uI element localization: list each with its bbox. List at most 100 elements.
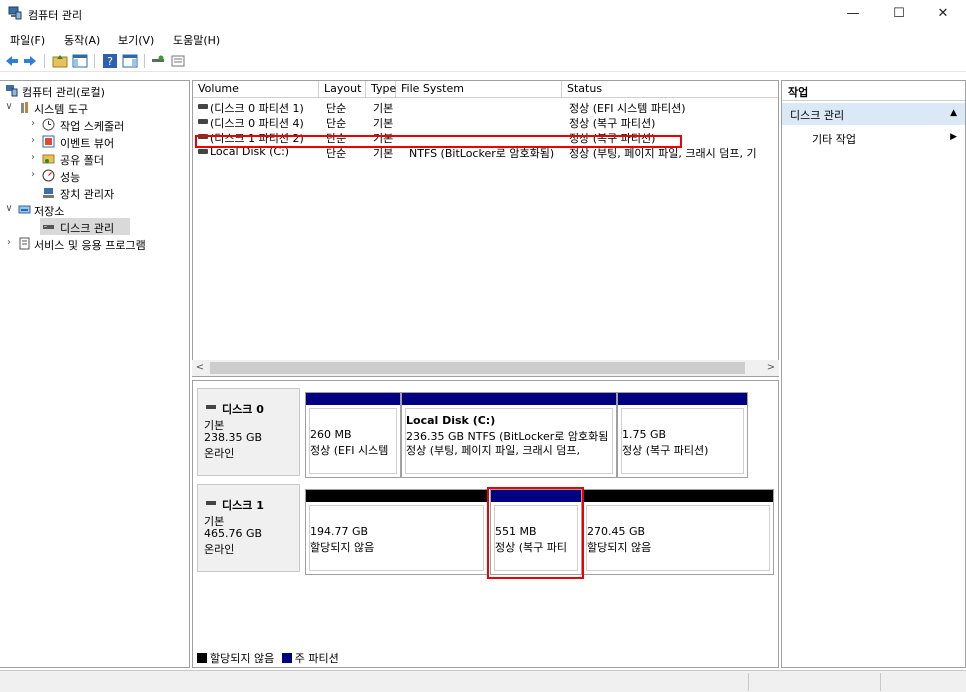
up-folder-icon[interactable]: [52, 53, 68, 69]
partition-body: [309, 408, 397, 474]
scroll-left-icon[interactable]: <: [192, 360, 208, 376]
tree-item-shared-folders[interactable]: › 공유 폴더: [0, 150, 188, 167]
partition-bar: [306, 393, 400, 405]
column-header-file-system[interactable]: File System: [396, 81, 562, 98]
back-icon[interactable]: [4, 53, 20, 69]
partition-status: 정상 (EFI 시스템: [310, 444, 389, 457]
tree-label: 공유 폴더: [60, 154, 104, 167]
shared-folder-icon: [42, 154, 55, 164]
partition-disk1-unallocated-1[interactable]: 194.77 GB 할당되지 않음: [305, 489, 488, 575]
disk-icon: [206, 405, 216, 409]
disk-size: 238.35 GB: [204, 431, 263, 444]
actions-header: 작업: [782, 81, 965, 101]
menu-action[interactable]: 동작(A): [64, 32, 100, 48]
expand-arrow-icon[interactable]: ∨: [4, 101, 14, 112]
close-button[interactable]: ✕: [920, 0, 966, 28]
menu-view[interactable]: 보기(V): [118, 32, 154, 48]
help-icon[interactable]: ?: [102, 53, 118, 69]
partition-status: 정상 (부팅, 페이지 파일, 크래시 덤프,: [406, 444, 580, 457]
tree-item-device-manager[interactable]: 장치 관리자: [0, 184, 188, 201]
tree-item-disk-management[interactable]: 디스크 관리: [40, 218, 130, 235]
show-hide-console-tree-icon[interactable]: [72, 53, 88, 69]
volume-list: Volume Layout Type File System Status (디…: [192, 80, 779, 377]
partition-bar: [402, 393, 616, 405]
horizontal-scrollbar[interactable]: < >: [192, 360, 779, 376]
actions-section-disk-management[interactable]: 디스크 관리 ▲: [782, 103, 965, 125]
action-more-actions[interactable]: 기타 작업 ▶: [782, 129, 965, 147]
forward-icon[interactable]: [22, 53, 38, 69]
legend-swatch-unallocated: [197, 653, 207, 663]
partition-disk0-recovery[interactable]: 1.75 GB 정상 (복구 파티션): [617, 392, 748, 478]
partition-bar: [583, 490, 773, 502]
partition-body: [309, 505, 484, 571]
volume-icon: [198, 119, 208, 124]
tree-item-system-tools[interactable]: ∨ 시스템 도구: [0, 99, 188, 116]
expand-arrow-icon[interactable]: ›: [4, 237, 14, 248]
partition-disk0-efi[interactable]: 260 MB 정상 (EFI 시스템: [305, 392, 401, 478]
storage-icon: [18, 205, 31, 214]
toolbar-separator: [94, 54, 95, 68]
disk-name: 디스크 1: [222, 499, 264, 512]
expand-arrow-icon[interactable]: ›: [28, 169, 38, 180]
column-header-status[interactable]: Status: [562, 81, 778, 98]
partition-bar: [618, 393, 747, 405]
tree-label: 저장소: [34, 205, 65, 218]
collapse-up-icon[interactable]: ▲: [950, 108, 957, 118]
menu-file[interactable]: 파일(F): [10, 32, 45, 48]
tree-label: 시스템 도구: [34, 103, 89, 116]
toolbar: ?: [0, 50, 966, 72]
partition-disk0-local-disk-c[interactable]: Local Disk (C:) 236.35 GB NTFS (BitLocke…: [401, 392, 617, 478]
column-header-layout[interactable]: Layout: [319, 81, 366, 98]
show-hide-action-pane-icon[interactable]: [122, 53, 138, 69]
volume-icon: [198, 104, 208, 109]
expand-arrow-icon[interactable]: ›: [28, 135, 38, 146]
action-label: 기타 작업: [812, 133, 856, 146]
scroll-right-icon[interactable]: >: [763, 360, 779, 376]
tree-item-computer-management-local[interactable]: 컴퓨터 관리(로컬): [0, 82, 188, 99]
tree-item-event-viewer[interactable]: › 이벤트 뷰어: [0, 133, 188, 150]
performance-icon: [42, 169, 55, 182]
table-row[interactable]: (디스크 0 파티션 1) 단순 기본 정상 (EFI 시스템 파티션): [193, 99, 778, 115]
properties-icon[interactable]: [170, 53, 186, 69]
column-header-type[interactable]: Type: [366, 81, 396, 98]
device-manager-icon: [43, 188, 54, 198]
tree-item-task-scheduler[interactable]: › 작업 스케줄러: [0, 116, 188, 133]
partition-bar: [306, 490, 487, 502]
event-viewer-icon: [42, 135, 55, 148]
tree-label: 장치 관리자: [60, 188, 115, 201]
partition-size: 260 MB: [310, 428, 352, 441]
expand-arrow-icon[interactable]: ∨: [4, 203, 14, 214]
disk-0-label[interactable]: 디스크 0 기본 238.35 GB 온라인: [197, 388, 300, 476]
tree-item-performance[interactable]: › 성능: [0, 167, 188, 184]
partition-status: 정상 (복구 파티션): [622, 444, 709, 457]
partition-size: 1.75 GB: [622, 428, 667, 441]
legend-label-unallocated: 할당되지 않음: [210, 652, 275, 665]
menu-bar: 파일(F) 동작(A) 보기(V) 도움말(H): [0, 28, 966, 50]
menu-help[interactable]: 도움말(H): [173, 32, 220, 48]
partition-disk1-unallocated-2[interactable]: 270.45 GB 할당되지 않음: [582, 489, 774, 575]
tree-label: 컴퓨터 관리(로컬): [22, 86, 105, 99]
connect-icon[interactable]: [150, 53, 166, 69]
partition-body: [586, 505, 770, 571]
minimize-button[interactable]: —: [830, 0, 876, 28]
expand-arrow-icon[interactable]: ›: [28, 118, 38, 129]
disk-1-label[interactable]: 디스크 1 기본 465.76 GB 온라인: [197, 484, 300, 572]
disk-state: 온라인: [204, 543, 235, 556]
submenu-arrow-icon: ▶: [950, 132, 957, 142]
status-segment: [748, 673, 749, 691]
column-header-volume[interactable]: Volume: [193, 81, 319, 98]
svg-text:?: ?: [107, 55, 113, 68]
scrollbar-thumb[interactable]: [210, 362, 745, 374]
disk-management-icon: [43, 225, 54, 229]
tree-item-services-and-applications[interactable]: › 서비스 및 응용 프로그램: [0, 235, 188, 252]
disk-icon: [206, 501, 216, 505]
tree-item-storage[interactable]: ∨ 저장소: [0, 201, 188, 218]
table-row[interactable]: (디스크 0 파티션 4) 단순 기본 정상 (복구 파티션): [193, 114, 778, 130]
expand-arrow-icon[interactable]: ›: [28, 152, 38, 163]
actions-section-label: 디스크 관리: [790, 109, 845, 122]
legend-swatch-primary: [281, 653, 292, 663]
system-tools-icon: [21, 102, 28, 113]
toolbar-separator: [44, 54, 45, 68]
partition-body: [621, 408, 744, 474]
maximize-button[interactable]: ☐: [876, 0, 922, 28]
